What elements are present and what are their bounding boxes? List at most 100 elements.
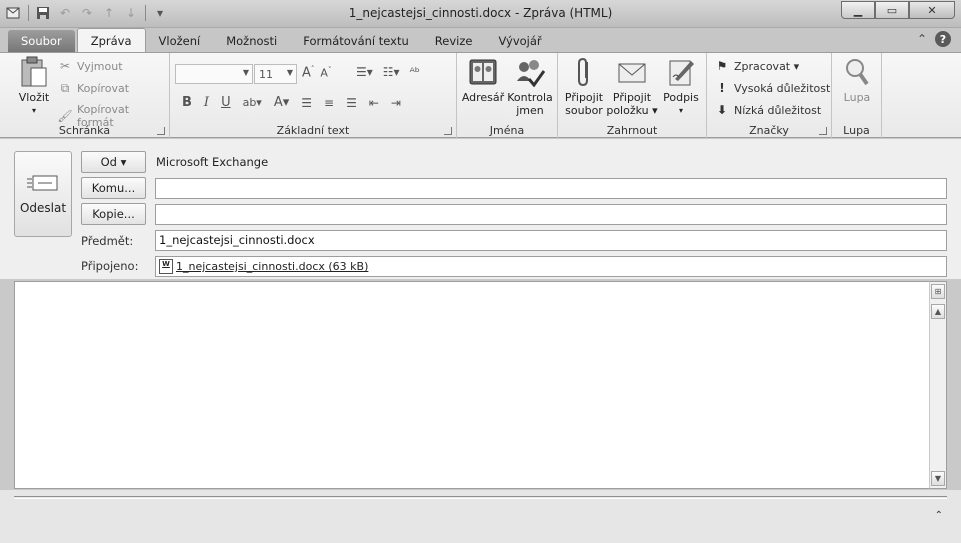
paperclip-icon bbox=[569, 57, 599, 87]
attach-item-button[interactable]: Připojit položku ▾ bbox=[606, 57, 658, 117]
from-button[interactable]: Od ▾ bbox=[81, 151, 146, 173]
minimize-ribbon-icon[interactable]: ⌃ bbox=[917, 32, 927, 46]
increase-indent-icon[interactable]: ⇥ bbox=[391, 96, 401, 110]
attach-item-label-2: položku ▾ bbox=[606, 104, 658, 117]
align-left-icon[interactable]: ☰ bbox=[301, 96, 312, 110]
close-button[interactable]: ✕ bbox=[909, 1, 955, 19]
bullets-icon[interactable]: ☰▾ bbox=[356, 65, 373, 79]
signature-button[interactable]: Podpis ▾ bbox=[660, 57, 702, 117]
zoom-label: Lupa bbox=[843, 91, 871, 104]
paste-button[interactable]: Vložit ▾ bbox=[12, 56, 56, 117]
attach-item-label-1: Připojit bbox=[612, 91, 652, 104]
attach-file-button[interactable]: Připojit soubor bbox=[562, 57, 606, 117]
word-document-icon: W bbox=[159, 259, 173, 274]
tab-developer[interactable]: Vývojář bbox=[485, 30, 554, 52]
attachment-item[interactable]: W 1_nejcastejsi_cinnosti.docx (63 kB) bbox=[159, 259, 943, 274]
ruler-icon[interactable]: ⊞ bbox=[931, 284, 945, 299]
group-clipboard: Vložit ▾ ✂ Vyjmout ⧉ Kopírovat 🖌 Kopírov… bbox=[0, 53, 170, 139]
tags-launcher-icon[interactable] bbox=[819, 127, 827, 135]
decrease-indent-icon[interactable]: ⇤ bbox=[369, 96, 379, 110]
check-names-label-2: jmen bbox=[516, 104, 544, 117]
maximize-button[interactable]: ▭ bbox=[875, 1, 909, 19]
follow-up-button[interactable]: ⚑ Zpracovat ▾ bbox=[715, 59, 800, 73]
help-icon[interactable]: ? bbox=[935, 31, 951, 47]
basic-text-launcher-icon[interactable] bbox=[444, 127, 452, 135]
tab-file[interactable]: Soubor bbox=[8, 30, 75, 52]
people-pane: ⌃ bbox=[0, 490, 961, 543]
group-label: Zahrnout bbox=[606, 124, 658, 137]
window-controls: ▁ ▭ ✕ bbox=[841, 1, 955, 19]
low-importance-label: Nízká důležitost bbox=[734, 103, 822, 117]
to-button[interactable]: Komu... bbox=[81, 177, 146, 199]
format-controls: B I U ab▾ A▾ ☰ ≡ ☰ ⇤ ⇥ bbox=[182, 95, 401, 110]
paste-dropdown-icon: ▾ bbox=[31, 106, 36, 115]
copy-button[interactable]: ⧉ Kopírovat bbox=[58, 81, 129, 95]
low-importance-button[interactable]: ⬇ Nízká důležitost bbox=[715, 103, 821, 117]
check-names-label-1: Kontrola bbox=[507, 91, 553, 104]
group-tags: ⚑ Zpracovat ▾ ! Vysoká důležitost ⬇ Nízk… bbox=[707, 53, 832, 139]
font-size-combobox[interactable]: 11 ▼ bbox=[254, 64, 297, 84]
grow-font-icon[interactable]: A˄ bbox=[302, 65, 314, 80]
chevron-up-icon[interactable]: ⌃ bbox=[935, 510, 943, 521]
attach-file-label-1: Připojit bbox=[564, 91, 604, 104]
group-basic-text: ▼ 11 ▼ A˄ A˅ ☰▾ ☷▾ ᴬᵇ B I U ab▾ A▾ ☰ ≡ ☰… bbox=[170, 53, 457, 139]
send-icon bbox=[27, 174, 59, 195]
clipboard-icon bbox=[19, 56, 49, 87]
italic-button[interactable]: I bbox=[204, 95, 209, 110]
cut-button[interactable]: ✂ Vyjmout bbox=[58, 59, 123, 73]
underline-button[interactable]: U bbox=[221, 95, 231, 110]
clipboard-launcher-icon[interactable] bbox=[157, 127, 165, 135]
copy-label: Kopírovat bbox=[77, 81, 130, 95]
attached-label: Připojeno: bbox=[81, 259, 139, 273]
tab-options[interactable]: Možnosti bbox=[213, 30, 290, 52]
title-bar: ↶ ↷ ↑ ↓ ▾ 1_nejcastejsi_cinnosti.docx - … bbox=[0, 0, 961, 28]
tab-format-text[interactable]: Formátování textu bbox=[290, 30, 422, 52]
align-center-icon[interactable]: ≡ bbox=[324, 96, 334, 110]
attach-file-label-2: soubor bbox=[565, 104, 603, 117]
group-label: Schránka bbox=[58, 124, 111, 137]
chevron-down-icon: ▼ bbox=[242, 68, 249, 77]
envelope-icon bbox=[617, 57, 647, 87]
pane-divider[interactable] bbox=[14, 496, 947, 499]
scroll-down-icon[interactable]: ▼ bbox=[931, 471, 945, 486]
tab-insert[interactable]: Vložení bbox=[146, 30, 214, 52]
high-importance-label: Vysoká důležitost bbox=[734, 81, 831, 95]
bold-button[interactable]: B bbox=[182, 95, 192, 110]
tab-message[interactable]: Zpráva bbox=[76, 28, 146, 52]
font-color-icon[interactable]: A▾ bbox=[274, 95, 289, 110]
tabs-right-controls: ⌃ ? bbox=[917, 31, 951, 47]
exclamation-icon: ! bbox=[719, 81, 725, 95]
check-names-button[interactable]: Kontrola jmen bbox=[506, 57, 554, 117]
minimize-button[interactable]: ▁ bbox=[841, 1, 875, 19]
high-importance-button[interactable]: ! Vysoká důležitost bbox=[715, 81, 830, 95]
attachment-label: 1_nejcastejsi_cinnosti.docx (63 kB) bbox=[176, 260, 369, 273]
to-field[interactable] bbox=[155, 178, 947, 199]
scroll-up-icon[interactable]: ▲ bbox=[931, 304, 945, 319]
attachments-field: W 1_nejcastejsi_cinnosti.docx (63 kB) bbox=[155, 256, 947, 277]
font-size-controls: A˄ A˅ bbox=[302, 65, 331, 80]
font-size-value: 11 bbox=[259, 68, 273, 81]
group-label: Lupa bbox=[843, 124, 870, 137]
cc-field[interactable] bbox=[155, 204, 947, 225]
group-label: Základní text bbox=[276, 124, 350, 137]
ribbon-tabs: Soubor Zpráva Vložení Možnosti Formátová… bbox=[0, 28, 961, 52]
styles-icon[interactable]: ᴬᵇ bbox=[410, 65, 420, 79]
flag-icon: ⚑ bbox=[716, 59, 728, 73]
highlight-icon[interactable]: ab▾ bbox=[243, 96, 262, 109]
cc-button[interactable]: Kopie... bbox=[81, 203, 146, 225]
chevron-down-icon: ▼ bbox=[286, 68, 293, 77]
subject-field[interactable]: 1_nejcastejsi_cinnosti.docx bbox=[155, 230, 947, 251]
align-right-icon[interactable]: ☰ bbox=[346, 96, 357, 110]
scissors-icon: ✂ bbox=[59, 59, 71, 73]
group-include: Připojit soubor Připojit položku ▾ Podpi… bbox=[558, 53, 707, 139]
zoom-button[interactable]: Lupa bbox=[836, 57, 878, 104]
address-book-button[interactable]: Adresář bbox=[461, 57, 505, 104]
shrink-font-icon[interactable]: A˅ bbox=[320, 66, 331, 80]
tab-review[interactable]: Revize bbox=[422, 30, 486, 52]
vertical-scrollbar[interactable]: ⊞ ▲ ▼ bbox=[929, 281, 947, 489]
font-name-combobox[interactable]: ▼ bbox=[175, 64, 253, 84]
send-button[interactable]: Odeslat bbox=[14, 151, 72, 237]
message-body[interactable] bbox=[14, 281, 947, 489]
window-title: 1_nejcastejsi_cinnosti.docx - Zpráva (HT… bbox=[348, 6, 613, 20]
numbering-icon[interactable]: ☷▾ bbox=[383, 65, 400, 79]
